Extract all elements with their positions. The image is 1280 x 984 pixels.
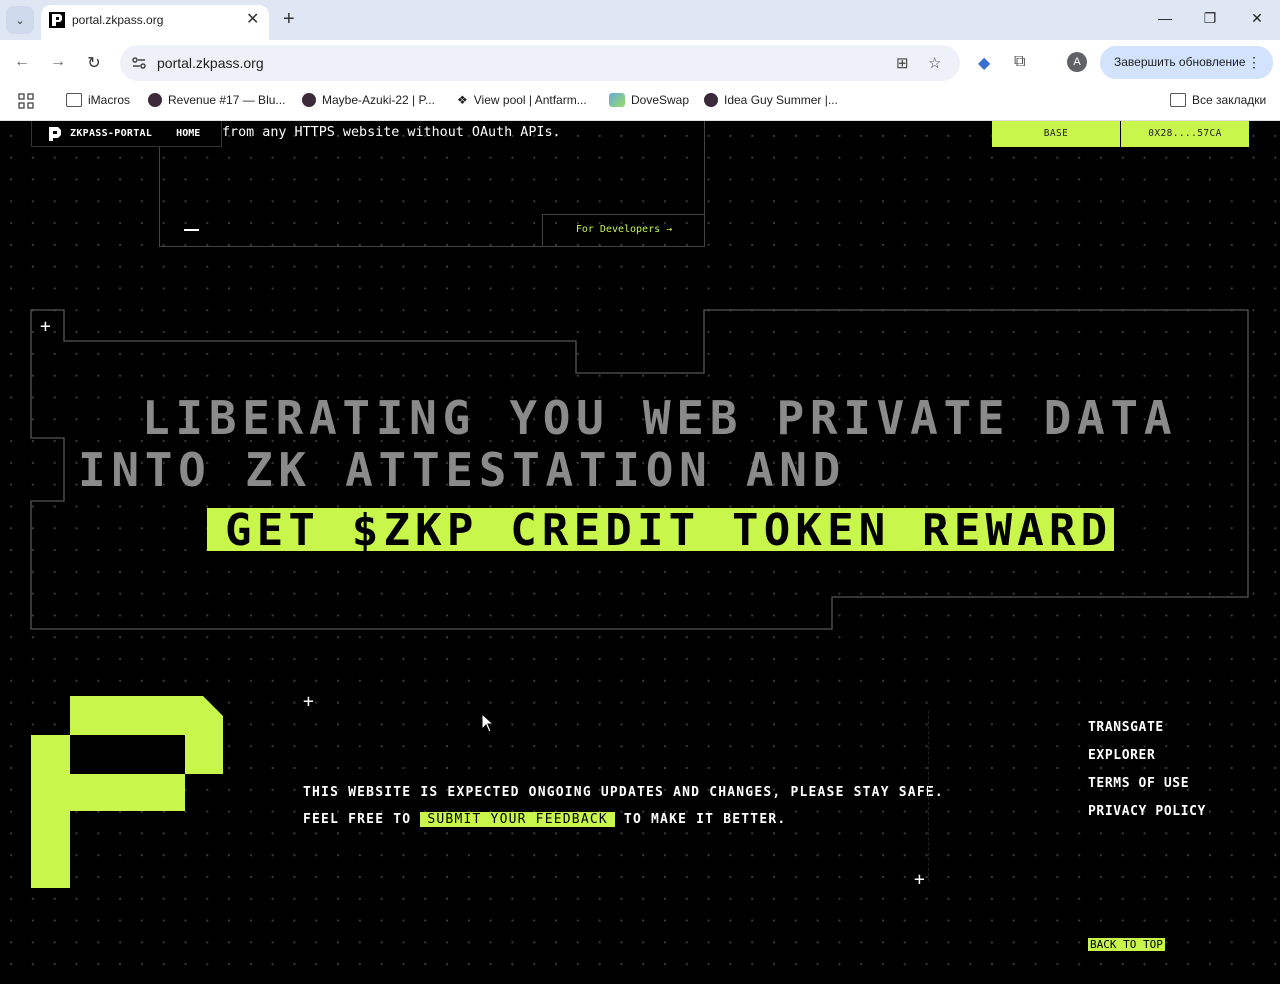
footer-message: THIS WEBSITE IS EXPECTED ONGOING UPDATES…: [303, 779, 944, 833]
plus-icon: +: [914, 869, 925, 890]
hero-line-1: LIBERATING YOU WEB PRIVATE DATA: [142, 391, 1178, 445]
bookmark-label: Maybe-Azuki-22 | P...: [322, 93, 435, 107]
bookmark-idea-guy[interactable]: Idea Guy Summer |...: [704, 93, 838, 107]
hero-highlight: GET $ZKP CREDIT TOKEN REWARDS.: [207, 505, 1171, 556]
translate-icon[interactable]: ⊞: [896, 54, 909, 72]
more-menu-icon[interactable]: ⋮: [1247, 46, 1261, 79]
site-info-icon[interactable]: [130, 54, 148, 72]
bookmark-revenue[interactable]: Revenue #17 — Blu...: [148, 93, 285, 107]
eye-avatar-icon: [704, 93, 718, 107]
chevron-down-icon: ⌄: [15, 14, 25, 27]
footer-message-prefix: FEEL FREE TO: [303, 812, 421, 827]
bookmark-view-pool[interactable]: ❖ View pool | Antfarm...: [457, 93, 587, 107]
close-tab-icon[interactable]: ✕: [246, 11, 259, 29]
url-text: portal.zkpass.org: [157, 55, 264, 71]
extensions-icon[interactable]: ⧉: [1014, 53, 1025, 71]
page-content: from any HTTPS website without OAuth API…: [0, 121, 1280, 984]
mouse-pointer-icon: [481, 713, 495, 733]
plus-icon: +: [40, 316, 51, 337]
hero-line-3: GET $ZKP CREDIT TOKEN REWARDS.: [225, 505, 1176, 556]
avatar[interactable]: A: [1067, 52, 1087, 72]
terms-of-use-link[interactable]: TERMS OF USE: [1088, 770, 1206, 798]
extension-puzzle-colored-icon[interactable]: ◆: [978, 53, 990, 73]
back-to-top-button[interactable]: BACK TO TOP: [1088, 938, 1165, 951]
all-bookmarks[interactable]: Все закладки: [1170, 93, 1266, 107]
restore-icon[interactable]: ❐: [1200, 10, 1220, 27]
doveswap-icon: [609, 93, 625, 107]
zkpass-favicon-icon: [49, 12, 65, 28]
tab-title: portal.zkpass.org: [72, 13, 164, 27]
all-bookmarks-label: Все закладки: [1192, 93, 1267, 107]
submit-feedback-link[interactable]: SUBMIT YOUR FEEDBACK: [420, 812, 615, 827]
folder-icon: [1170, 93, 1186, 107]
bookmark-imacros[interactable]: iMacros: [66, 93, 130, 107]
transgate-link[interactable]: TRANSGATE: [1088, 714, 1206, 742]
back-icon[interactable]: ←: [12, 53, 32, 71]
active-tab[interactable]: portal.zkpass.org ✕: [41, 5, 269, 40]
bookmark-doveswap[interactable]: DoveSwap: [609, 93, 689, 107]
forward-icon[interactable]: →: [48, 53, 68, 71]
browser-toolbar: ← → ↻ portal.zkpass.org ⊞ ☆ ◆ ⧉ A Заверш…: [0, 40, 1280, 86]
bookmark-label: Idea Guy Summer |...: [724, 93, 838, 107]
minimize-icon[interactable]: —: [1155, 10, 1175, 26]
eye-avatar-icon: [302, 93, 316, 107]
new-tab-icon[interactable]: +: [283, 8, 295, 30]
bookmarks-bar: iMacros Revenue #17 — Blu... Maybe-Azuki…: [0, 86, 1280, 121]
zkpass-big-logo-icon: [31, 696, 223, 888]
address-bar[interactable]: portal.zkpass.org ⊞ ☆: [120, 45, 960, 81]
footer-links: TRANSGATE EXPLORER TERMS OF USE PRIVACY …: [1088, 714, 1206, 826]
tab-list-button[interactable]: ⌄: [6, 6, 34, 34]
footer-message-line-1: THIS WEBSITE IS EXPECTED ONGOING UPDATES…: [303, 785, 944, 800]
bookmark-label: View pool | Antfarm...: [473, 93, 587, 107]
bookmark-maybe-azuki[interactable]: Maybe-Azuki-22 | P...: [302, 93, 435, 107]
footer-message-line-2: FEEL FREE TO SUBMIT YOUR FEEDBACK TO MAK…: [303, 806, 944, 833]
footer-message-suffix: TO MAKE IT BETTER.: [614, 812, 787, 827]
hero-frame: [30, 309, 1249, 630]
close-window-icon[interactable]: ✕: [1247, 10, 1267, 27]
update-button-label: Завершить обновление: [1114, 55, 1246, 69]
explorer-link[interactable]: EXPLORER: [1088, 742, 1206, 770]
eye-avatar-icon: [148, 93, 162, 107]
apps-grid-icon[interactable]: [18, 93, 34, 109]
antfarm-icon: ❖: [457, 93, 468, 107]
tab-strip: ⌄ portal.zkpass.org ✕ + — ❐ ✕: [0, 0, 1280, 40]
bookmark-star-icon[interactable]: ☆: [928, 54, 941, 72]
hero-line-2: INTO ZK ATTESTATION AND: [78, 443, 847, 497]
bookmark-label: Revenue #17 — Blu...: [168, 93, 286, 107]
folder-icon: [66, 93, 82, 107]
browser-chrome: ⌄ portal.zkpass.org ✕ + — ❐ ✕ ← → ↻ port…: [0, 0, 1280, 121]
footer-divider: [928, 711, 929, 881]
bookmark-label: DoveSwap: [631, 93, 690, 107]
privacy-policy-link[interactable]: PRIVACY POLICY: [1088, 798, 1206, 826]
plus-icon: +: [303, 691, 314, 712]
update-button[interactable]: Завершить обновление ⋮: [1100, 46, 1273, 79]
bookmark-label: iMacros: [88, 93, 131, 107]
reload-icon[interactable]: ↻: [84, 53, 104, 73]
